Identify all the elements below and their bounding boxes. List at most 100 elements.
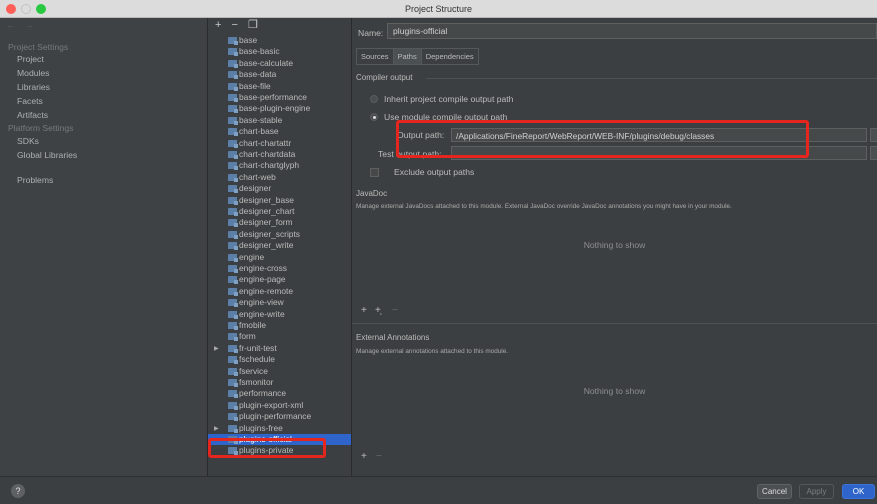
remove-javadoc-button[interactable]: − [392,305,398,316]
module-folder-icon [228,367,238,376]
module-folder-icon [228,390,238,399]
module-item[interactable]: plugins-private [228,445,351,456]
module-folder-icon [228,185,238,194]
module-folder-icon [228,208,238,216]
apply-button[interactable]: Apply [799,484,834,499]
sidebar-item-libraries[interactable]: Libraries [17,82,50,92]
module-item[interactable]: engine-cross [228,263,351,274]
module-item[interactable]: designer_form [228,217,351,228]
sidebar-item-global-libraries[interactable]: Global Libraries [17,150,77,160]
module-item[interactable]: form [228,331,351,342]
module-item[interactable]: fschedule [228,354,351,365]
remove-annotation-button[interactable]: − [376,451,382,462]
module-item-label: engine-page [239,274,286,285]
module-item[interactable]: engine-view [228,297,351,308]
module-item[interactable]: performance [228,388,351,399]
module-folder-icon [228,276,238,285]
module-item-label: base-data [239,69,277,80]
module-item[interactable]: fmobile [228,320,351,331]
inherit-output-radio[interactable] [370,95,378,103]
compiler-output-title: Compiler output [356,73,413,82]
cancel-button[interactable]: Cancel [757,484,792,499]
module-item-label: base-plugin-engine [239,103,311,114]
module-item-label: base-calculate [239,57,294,68]
exclude-output-paths-checkbox[interactable] [370,168,379,177]
javadoc-description: Manage external JavaDocs attached to thi… [356,203,732,210]
module-item[interactable]: chart-chartglyph [228,160,351,171]
module-item[interactable]: base-basic [228,46,351,57]
module-item[interactable]: chart-chartattr [228,138,351,149]
test-output-path-input[interactable] [451,146,867,160]
copy-module-icon[interactable]: ❐ [248,18,258,31]
module-item-label: chart-web [239,171,276,182]
expand-arrow-icon[interactable]: ▶ [214,425,219,432]
module-item[interactable]: designer_base [228,195,351,206]
tab-dependencies[interactable]: Dependencies [420,48,479,65]
remove-module-button[interactable]: − [232,19,238,31]
sidebar-item-sdks[interactable]: SDKs [17,136,39,146]
module-item[interactable]: fservice [228,366,351,377]
tab-sources[interactable]: Sources [356,48,393,65]
module-item-label: base-performance [239,92,307,102]
module-folder-icon [228,105,238,114]
module-folder-icon [228,379,238,387]
module-item[interactable]: plugins-free [228,423,351,434]
use-module-output-radio[interactable] [370,113,378,121]
tab-paths[interactable]: Paths [392,48,421,65]
module-item-label: engine-write [239,308,285,319]
sidebar-item-artifacts[interactable]: Artifacts [17,110,48,120]
module-item[interactable]: designer_write [228,240,351,251]
output-path-input[interactable]: /Applications/FineReport/WebReport/WEB-I… [451,128,867,142]
module-folder-icon [228,413,238,422]
sidebar-item-project[interactable]: Project [17,54,44,64]
module-item[interactable]: fsmonitor [228,377,351,388]
module-name-input[interactable]: plugins-official [387,23,877,39]
add-module-button[interactable]: + [215,19,221,31]
module-item-label: plugin-performance [239,411,312,422]
module-item[interactable]: chart-base [228,126,351,137]
sidebar-item-facets[interactable]: Facets [17,96,43,106]
module-item[interactable]: designer_scripts [228,229,351,240]
module-item[interactable]: engine-write [228,309,351,320]
module-item[interactable]: plugins-official [208,434,351,446]
module-item[interactable]: fr-unit-test [228,343,351,354]
module-item[interactable]: base-stable [228,115,351,126]
module-item-label: engine-remote [239,285,294,296]
module-folder-icon [228,219,238,228]
add-javadoc-url-button[interactable]: +̩ [375,305,381,316]
module-folder-icon [228,356,238,365]
module-item[interactable]: plugin-performance [228,411,351,422]
add-annotation-button[interactable]: + [361,451,367,462]
module-item[interactable]: chart-chartdata [228,149,351,160]
test-output-path-browse-button[interactable] [870,146,877,160]
module-item[interactable]: base-performance [228,92,351,103]
module-folder-icon [228,71,238,80]
module-item[interactable]: chart-web [228,172,351,183]
back-forward-arrows-icon[interactable]: ← → [7,21,37,30]
module-item[interactable]: engine-page [228,274,351,285]
settings-sidebar: ← → Project Settings Project Modules Lib… [0,18,207,476]
module-folder-icon [228,82,238,91]
sidebar-item-problems[interactable]: Problems [17,175,53,185]
module-item[interactable]: base [228,35,351,46]
module-item[interactable]: plugin-export-xml [228,400,351,411]
sidebar-item-modules[interactable]: Modules [17,68,49,78]
module-folder-icon [228,344,238,353]
module-item[interactable]: designer [228,183,351,194]
output-path-browse-button[interactable] [870,128,877,142]
expand-arrow-icon[interactable]: ▶ [214,345,219,352]
module-item[interactable]: base-calculate [228,58,351,69]
module-item[interactable]: base-plugin-engine [228,103,351,114]
module-item[interactable]: base-file [228,81,351,92]
help-icon[interactable]: ? [11,484,25,498]
module-folder-icon [228,173,238,182]
exclude-output-paths-label: Exclude output paths [394,167,475,177]
module-item[interactable]: engine [228,252,351,263]
module-item[interactable]: designer_chart [228,206,351,217]
module-item-label: form [239,331,256,342]
ok-button[interactable]: OK [842,484,875,499]
external-annotations-description: Manage external annotations attached to … [356,348,509,355]
add-javadoc-button[interactable]: + [361,305,367,316]
module-item[interactable]: engine-remote [228,286,351,297]
module-item[interactable]: base-data [228,69,351,80]
